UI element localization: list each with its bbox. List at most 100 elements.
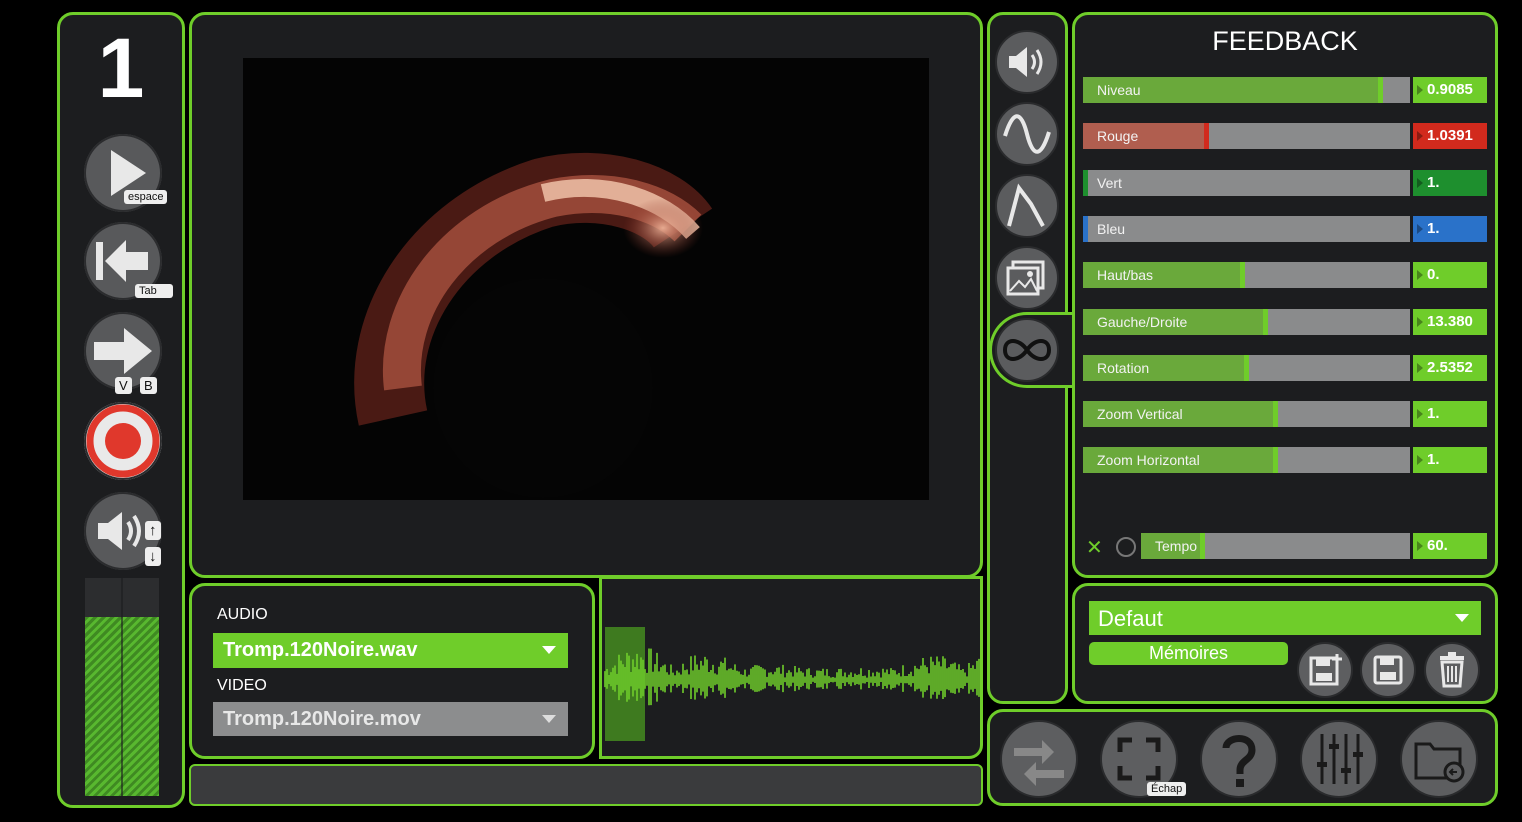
delete-button[interactable]: [1424, 642, 1480, 698]
tempo-toggle[interactable]: [1116, 537, 1136, 557]
help-button[interactable]: [1200, 720, 1278, 798]
param-label: Vert: [1097, 174, 1122, 191]
param-slider-knob: [1240, 262, 1245, 289]
param-slider[interactable]: Rouge: [1083, 123, 1410, 150]
volume-down-key: ↓: [145, 547, 161, 566]
image-icon: [1006, 260, 1045, 296]
param-value[interactable]: 1.: [1413, 215, 1487, 242]
param-slider-knob: [1273, 447, 1278, 474]
preset-dropdown[interactable]: Defaut: [1089, 601, 1481, 635]
save-as-button[interactable]: [1297, 642, 1353, 698]
effect-wave-button[interactable]: [995, 102, 1059, 166]
param-value-text: 1.: [1427, 451, 1440, 469]
effect-image-button[interactable]: [995, 246, 1059, 310]
param-label: Haut/bas: [1097, 267, 1154, 284]
floppy-disk-icon: [1373, 655, 1403, 685]
effect-audio-button[interactable]: [995, 30, 1059, 94]
param-value-text: 0.9085: [1427, 81, 1473, 98]
sine-wave-icon: [1003, 114, 1051, 154]
param-value[interactable]: 1.: [1413, 447, 1487, 474]
track-number: 1: [97, 21, 145, 115]
folder-open-icon: [1414, 742, 1465, 783]
envelope-icon: [1007, 183, 1045, 227]
level-meter[interactable]: [85, 578, 159, 796]
param-slider-knob: [1273, 401, 1278, 428]
param-slider-knob: [1378, 77, 1383, 103]
effect-feedback-button[interactable]: [995, 318, 1059, 382]
effect-envelope-button[interactable]: [995, 174, 1059, 238]
waveform-panel[interactable]: [599, 576, 983, 759]
random-button[interactable]: [1000, 720, 1078, 798]
feedback-title: FEEDBACK: [1212, 26, 1358, 56]
param-slider[interactable]: Niveau: [1083, 77, 1410, 103]
param-value[interactable]: 0.: [1413, 262, 1487, 289]
next-key-hint-v: V: [115, 377, 132, 394]
question-icon: [1222, 735, 1256, 787]
memories-button[interactable]: Mémoires: [1089, 642, 1288, 665]
volume-up-key: ↑: [145, 521, 161, 540]
param-value-text: 1.0391: [1427, 127, 1473, 145]
param-slider[interactable]: Haut/bas: [1083, 262, 1410, 289]
param-label: Rotation: [1097, 359, 1150, 376]
param-value-text: 1.: [1427, 173, 1440, 191]
infinity-icon: [1002, 339, 1052, 361]
param-value[interactable]: 13.380: [1413, 308, 1487, 335]
param-label: Zoom Vertical: [1097, 406, 1183, 423]
param-slider[interactable]: Bleu: [1083, 215, 1410, 242]
status-bar: [189, 764, 983, 806]
param-slider-knob: [1204, 123, 1209, 150]
speaker-icon: [1009, 47, 1043, 77]
mixer-button[interactable]: [1300, 720, 1378, 798]
chevron-down-icon: [542, 715, 556, 723]
param-slider-knob: [1263, 308, 1268, 335]
param-slider[interactable]: Zoom Horizontal: [1083, 447, 1410, 474]
open-folder-button[interactable]: [1400, 720, 1478, 798]
record-button[interactable]: [84, 402, 162, 480]
video-preview: [243, 58, 929, 500]
save-as-icon: [1309, 654, 1342, 686]
param-value[interactable]: 1.: [1413, 401, 1487, 428]
rewind-key-hint: Tab: [135, 284, 173, 298]
param-slider-knob: [1244, 354, 1249, 381]
chevron-down-icon: [542, 646, 556, 654]
video-file-value: Tromp.120Noire.mov: [223, 708, 421, 730]
play-key-hint: espace: [124, 190, 168, 204]
shuffle-icon: [1014, 740, 1064, 786]
param-value[interactable]: 0.9085: [1413, 77, 1487, 103]
param-label: Bleu: [1097, 220, 1126, 237]
tempo-close-icon[interactable]: ✕: [1086, 535, 1103, 560]
param-label: Zoom Horizontal: [1097, 452, 1200, 469]
param-label: Gauche/Droite: [1097, 313, 1188, 330]
param-slider-knob: [1083, 169, 1088, 196]
video-file-dropdown[interactable]: Tromp.120Noire.mov: [213, 702, 568, 736]
next-key-hint-b: B: [140, 377, 157, 394]
record-icon: [86, 404, 160, 478]
sliders-icon: [1317, 734, 1363, 784]
param-label: Niveau: [1097, 82, 1141, 98]
param-slider[interactable]: Rotation: [1083, 354, 1410, 381]
tempo-slider[interactable]: Tempo: [1141, 533, 1410, 559]
level-meter-divider: [121, 578, 123, 796]
param-slider[interactable]: Zoom Vertical: [1083, 401, 1410, 428]
audio-file-dropdown[interactable]: Tromp.120Noire.wav: [213, 633, 568, 668]
param-value[interactable]: 2.5352: [1413, 354, 1487, 381]
chevron-down-icon: [1455, 614, 1469, 622]
param-slider[interactable]: Vert: [1083, 169, 1410, 196]
audio-label: AUDIO: [217, 606, 268, 623]
param-slider-knob: [1083, 215, 1088, 242]
save-button[interactable]: [1360, 642, 1416, 698]
video-frame-image: [354, 152, 713, 498]
audio-file-value: Tromp.120Noire.wav: [223, 639, 418, 661]
tempo-value-text: 60.: [1427, 537, 1448, 554]
tempo-value[interactable]: 60.: [1413, 533, 1487, 559]
tempo-label: Tempo: [1155, 538, 1198, 554]
param-value-text: 2.5352: [1427, 358, 1473, 376]
param-value[interactable]: 1.: [1413, 169, 1487, 196]
fullscreen-key-hint: Échap: [1147, 782, 1187, 796]
preset-dropdown-value: Defaut: [1098, 606, 1163, 631]
param-label: Rouge: [1097, 128, 1139, 145]
param-value-text: 13.380: [1427, 312, 1473, 330]
param-value-text: 1.: [1427, 219, 1440, 237]
param-value[interactable]: 1.0391: [1413, 123, 1487, 150]
param-slider[interactable]: Gauche/Droite: [1083, 308, 1410, 335]
